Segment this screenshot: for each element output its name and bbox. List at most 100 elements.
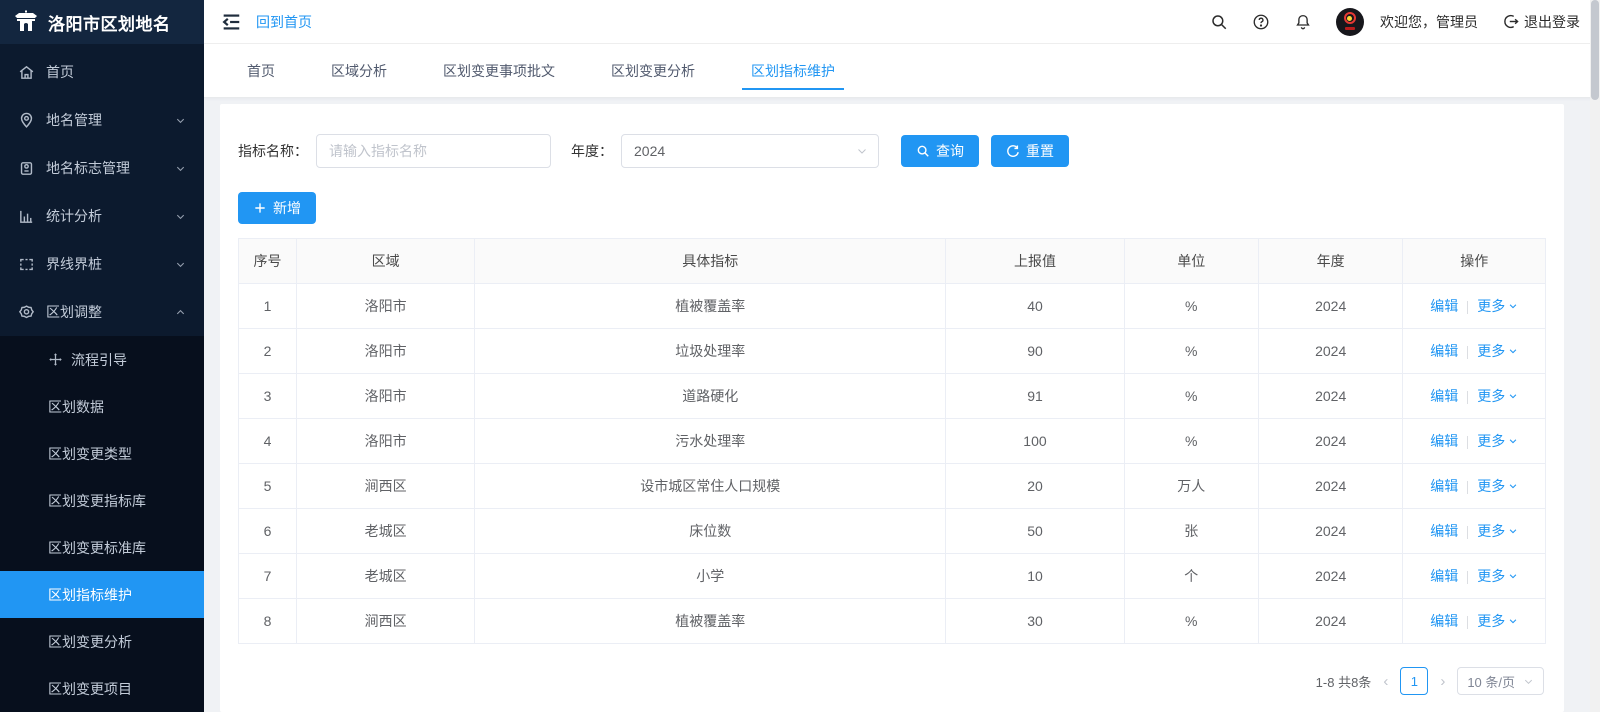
more-link[interactable]: 更多 bbox=[1477, 521, 1518, 541]
edit-link[interactable]: 编辑 bbox=[1430, 343, 1458, 359]
submenu-item-standard-lib[interactable]: 区划变更标准库 bbox=[0, 524, 204, 571]
cell-no: 5 bbox=[239, 464, 297, 509]
submenu-item-district-data[interactable]: 区划数据 bbox=[0, 383, 204, 430]
more-link[interactable]: 更多 bbox=[1477, 566, 1518, 586]
window-scrollbar[interactable] bbox=[1590, 0, 1600, 712]
submenu-item-change-type[interactable]: 区划变更类型 bbox=[0, 430, 204, 477]
sidebar-item-placename-mgmt[interactable]: 地名管理 bbox=[0, 96, 204, 144]
cell-year: 2024 bbox=[1258, 509, 1403, 554]
more-link[interactable]: 更多 bbox=[1477, 611, 1518, 631]
signboard-icon bbox=[18, 160, 35, 177]
chevron-down-icon bbox=[175, 163, 186, 174]
page-number-button[interactable]: 1 bbox=[1400, 667, 1428, 695]
filter-buttons: 查询 重置 bbox=[901, 135, 1069, 167]
more-link[interactable]: 更多 bbox=[1477, 431, 1518, 451]
edit-link[interactable]: 编辑 bbox=[1430, 613, 1458, 629]
cell-value: 91 bbox=[946, 374, 1124, 419]
collapse-sidebar-icon[interactable] bbox=[220, 11, 242, 33]
page-size-value: 10 条/页 bbox=[1467, 672, 1515, 691]
bell-icon[interactable] bbox=[1294, 13, 1312, 31]
chevron-down-icon bbox=[1508, 301, 1518, 311]
action-divider bbox=[1467, 436, 1468, 449]
tab-label: 区划指标维护 bbox=[751, 61, 835, 81]
table-row: 8 涧西区 植被覆盖率 30 % 2024 编辑更多 bbox=[239, 599, 1546, 644]
action-divider bbox=[1467, 481, 1468, 494]
cell-indicator: 小学 bbox=[475, 554, 946, 599]
edit-link[interactable]: 编辑 bbox=[1430, 523, 1458, 539]
pagination: 1-8 共8条 ‹ 1 › 10 条/页 bbox=[238, 644, 1546, 695]
cell-unit: 个 bbox=[1124, 554, 1258, 599]
cell-value: 90 bbox=[946, 329, 1124, 374]
year-select[interactable]: 2024 bbox=[621, 134, 879, 168]
cell-actions: 编辑 更多 bbox=[1403, 599, 1546, 644]
sidebar-item-label: 区划调整 bbox=[46, 302, 102, 322]
cell-unit: % bbox=[1124, 374, 1258, 419]
app-logo: 洛阳市区划地名 bbox=[0, 0, 204, 44]
back-home-link[interactable]: 回到首页 bbox=[256, 12, 312, 32]
search-icon bbox=[916, 144, 930, 158]
scrollbar-thumb[interactable] bbox=[1591, 0, 1599, 100]
cell-indicator: 垃圾处理率 bbox=[475, 329, 946, 374]
tab-home[interactable]: 首页 bbox=[247, 44, 275, 97]
indicator-name-input[interactable] bbox=[316, 134, 551, 168]
chevron-down-icon bbox=[1508, 346, 1518, 356]
more-label: 更多 bbox=[1477, 386, 1505, 406]
cell-region: 老城区 bbox=[297, 554, 475, 599]
more-link[interactable]: 更多 bbox=[1477, 341, 1518, 361]
cell-indicator: 植被覆盖率 bbox=[475, 284, 946, 329]
submenu-item-change-analysis[interactable]: 区划变更分析 bbox=[0, 618, 204, 665]
logout-button[interactable]: 退出登录 bbox=[1502, 12, 1580, 32]
cell-indicator: 道路硬化 bbox=[475, 374, 946, 419]
tab-label: 首页 bbox=[247, 61, 275, 81]
submenu-item-process-guide[interactable]: 流程引导 bbox=[0, 336, 204, 383]
pagination-total: 1-8 共8条 bbox=[1316, 672, 1372, 691]
tab-change-analysis[interactable]: 区划变更分析 bbox=[611, 44, 695, 97]
submenu-item-indicator-maintain[interactable]: 区划指标维护 bbox=[0, 571, 204, 618]
edit-link[interactable]: 编辑 bbox=[1430, 478, 1458, 494]
action-divider bbox=[1467, 346, 1468, 359]
next-page-icon[interactable]: › bbox=[1438, 674, 1447, 689]
col-header-actions: 操作 bbox=[1403, 239, 1546, 284]
reset-button[interactable]: 重置 bbox=[991, 135, 1069, 167]
sidebar: 洛阳市区划地名 首页 地名管理 地名标志管理 统计分析 bbox=[0, 0, 204, 712]
sidebar-item-statistics[interactable]: 统计分析 bbox=[0, 192, 204, 240]
cell-year: 2024 bbox=[1258, 284, 1403, 329]
prev-page-icon[interactable]: ‹ bbox=[1381, 674, 1390, 689]
tab-indicator-maintain[interactable]: 区划指标维护 bbox=[751, 44, 835, 97]
help-icon[interactable] bbox=[1252, 13, 1270, 31]
sidebar-item-sign-mgmt[interactable]: 地名标志管理 bbox=[0, 144, 204, 192]
search-button[interactable]: 查询 bbox=[901, 135, 979, 167]
cell-unit: % bbox=[1124, 284, 1258, 329]
sidebar-item-boundary[interactable]: 界线界桩 bbox=[0, 240, 204, 288]
cell-actions: 编辑 更多 bbox=[1403, 509, 1546, 554]
cell-value: 10 bbox=[946, 554, 1124, 599]
page-size-select[interactable]: 10 条/页 bbox=[1457, 667, 1544, 695]
avatar[interactable] bbox=[1336, 8, 1364, 36]
more-link[interactable]: 更多 bbox=[1477, 296, 1518, 316]
submenu-item-indicator-lib[interactable]: 区划变更指标库 bbox=[0, 477, 204, 524]
tab-region-analysis[interactable]: 区域分析 bbox=[331, 44, 387, 97]
search-icon[interactable] bbox=[1210, 13, 1228, 31]
action-divider bbox=[1467, 301, 1468, 314]
edit-link[interactable]: 编辑 bbox=[1430, 433, 1458, 449]
cell-year: 2024 bbox=[1258, 419, 1403, 464]
more-link[interactable]: 更多 bbox=[1477, 476, 1518, 496]
more-link[interactable]: 更多 bbox=[1477, 386, 1518, 406]
sidebar-item-district-adjust[interactable]: 区划调整 bbox=[0, 288, 204, 336]
welcome-text: 欢迎您，管理员 bbox=[1380, 12, 1478, 32]
cell-actions: 编辑 更多 bbox=[1403, 329, 1546, 374]
tab-change-approval[interactable]: 区划变更事项批文 bbox=[443, 44, 555, 97]
cell-region: 洛阳市 bbox=[297, 284, 475, 329]
cell-actions: 编辑 更多 bbox=[1403, 284, 1546, 329]
cell-region: 洛阳市 bbox=[297, 329, 475, 374]
sidebar-item-home[interactable]: 首页 bbox=[0, 48, 204, 96]
edit-link[interactable]: 编辑 bbox=[1430, 298, 1458, 314]
boundary-frame-icon bbox=[18, 256, 35, 273]
add-button[interactable]: 新增 bbox=[238, 192, 316, 224]
submenu-item-change-project[interactable]: 区划变更项目 bbox=[0, 665, 204, 712]
chevron-down-icon bbox=[1508, 391, 1518, 401]
cell-no: 2 bbox=[239, 329, 297, 374]
edit-link[interactable]: 编辑 bbox=[1430, 388, 1458, 404]
edit-link[interactable]: 编辑 bbox=[1430, 568, 1458, 584]
chevron-down-icon bbox=[1508, 526, 1518, 536]
